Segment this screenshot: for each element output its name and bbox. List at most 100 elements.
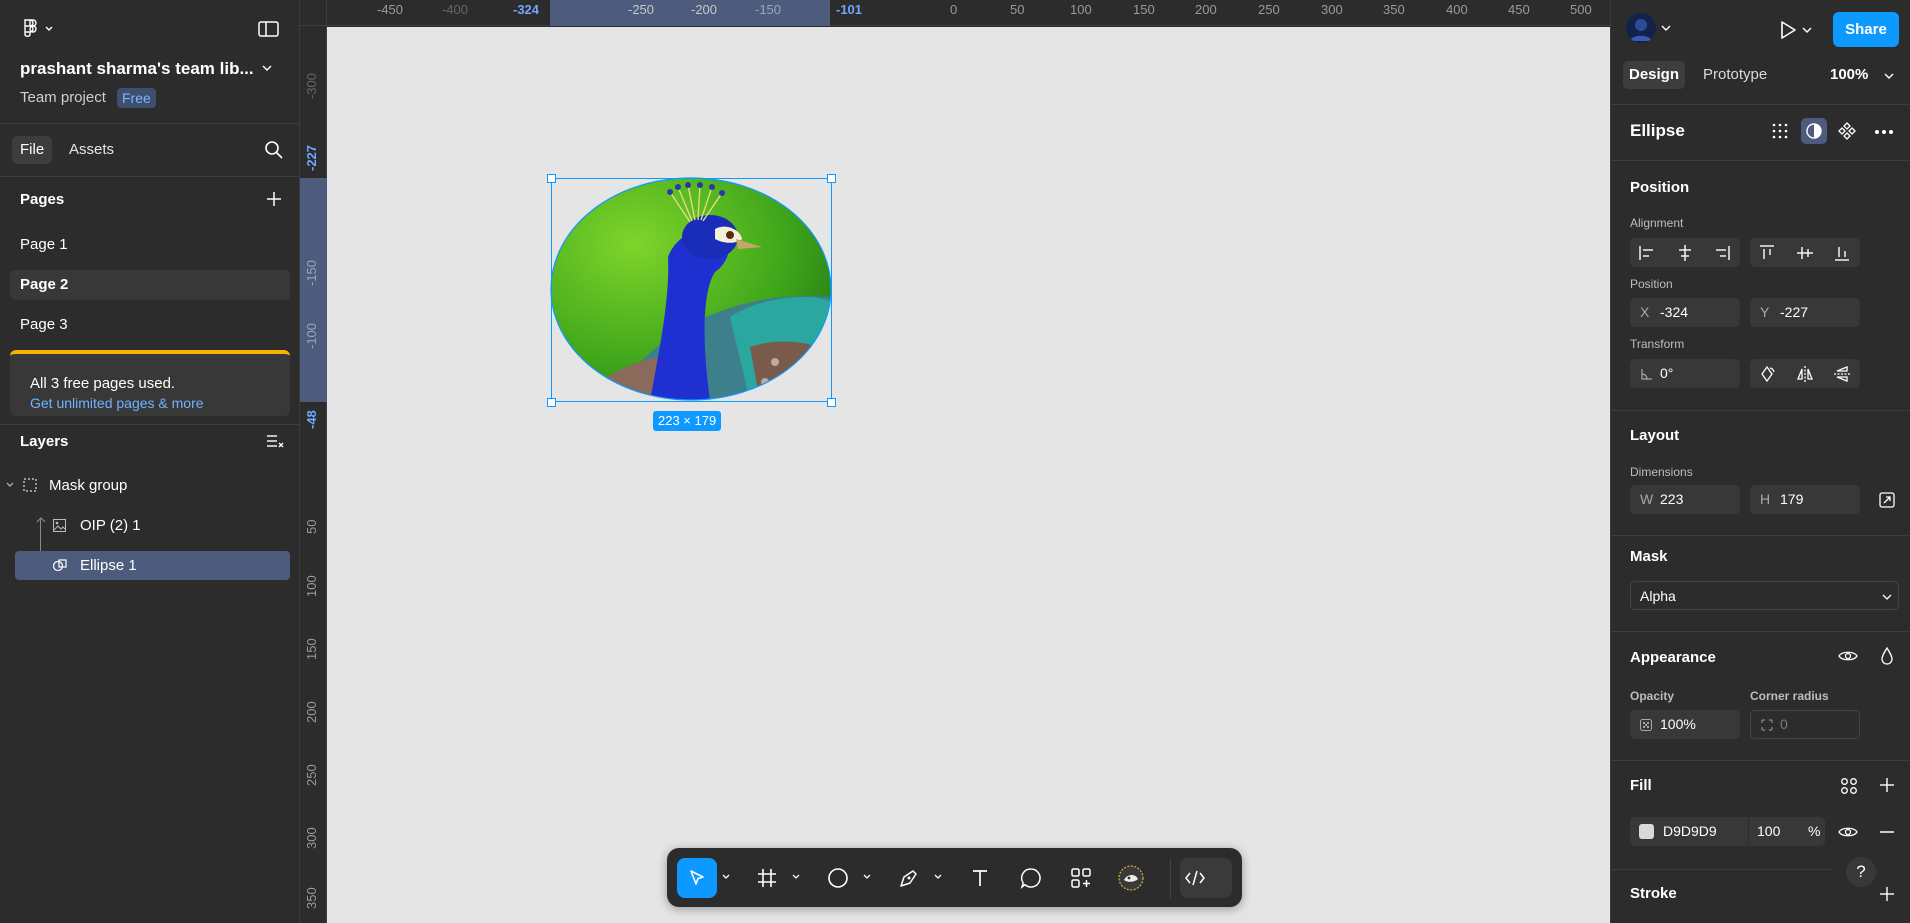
sidebar-toggle-icon[interactable]: [258, 20, 280, 38]
tab-file[interactable]: File: [12, 136, 53, 164]
chevron-down-icon[interactable]: [1802, 26, 1812, 34]
align-left-icon[interactable]: [1638, 244, 1656, 262]
height-field[interactable]: H 179: [1750, 485, 1860, 514]
mask-type-value: Alpha: [1640, 588, 1676, 604]
divider: [1611, 410, 1910, 411]
pen-tool-button[interactable]: [889, 858, 929, 898]
fill-color-field[interactable]: D9D9D9 100 %: [1630, 817, 1825, 846]
ellipse-tool-button[interactable]: [818, 858, 858, 898]
actions-tool-button[interactable]: [1061, 858, 1101, 898]
resize-handle-bottom-left[interactable]: [547, 398, 556, 407]
zoom-level[interactable]: 100%: [1830, 66, 1868, 83]
ruler-tick: 450: [1508, 2, 1530, 17]
chevron-down-icon[interactable]: [862, 872, 872, 882]
fill-swatch[interactable]: [1639, 824, 1654, 839]
team-chevron-down-icon[interactable]: [262, 64, 272, 72]
styles-grid-icon[interactable]: [1840, 777, 1858, 795]
chevron-down-icon[interactable]: [791, 872, 801, 882]
align-bottom-icon[interactable]: [1833, 244, 1851, 262]
project-type: Team project: [20, 89, 106, 106]
resize-handle-top-right[interactable]: [827, 174, 836, 183]
divider: [1611, 104, 1910, 105]
blend-mode-icon[interactable]: [1880, 647, 1894, 665]
mask-toggle-button[interactable]: [1801, 118, 1827, 144]
x-prefix: X: [1640, 304, 1650, 320]
layer-label: OIP (2) 1: [80, 517, 141, 534]
grid-icon[interactable]: [1771, 122, 1789, 140]
comment-tool-button[interactable]: [1011, 858, 1051, 898]
page-item-1[interactable]: Page 1: [10, 230, 290, 260]
ruler-tick: -450: [377, 2, 404, 17]
tab-assets[interactable]: Assets: [61, 136, 122, 164]
selection-frame[interactable]: [551, 178, 832, 402]
eye-icon[interactable]: [1838, 825, 1858, 839]
team-name[interactable]: prashant sharma's team lib...: [20, 59, 254, 79]
divider: [1611, 535, 1910, 536]
layer-list-options-icon[interactable]: [266, 433, 284, 449]
rotate-icon[interactable]: [1758, 365, 1776, 383]
flip-horizontal-icon[interactable]: [1796, 365, 1814, 383]
divider: [1611, 631, 1910, 632]
fill-percent-sign: %: [1808, 823, 1821, 839]
frame-tool-button[interactable]: [747, 858, 787, 898]
dev-mode-toggle[interactable]: [1180, 858, 1232, 898]
add-fill-icon[interactable]: [1879, 777, 1895, 793]
chevron-down-icon[interactable]: [721, 872, 731, 882]
alignment-label: Alignment: [1630, 216, 1684, 230]
user-avatar[interactable]: [1626, 13, 1656, 43]
canvas[interactable]: 223 × 179: [327, 27, 1610, 923]
plugin-avatar-icon[interactable]: [1111, 858, 1151, 898]
ruler-tick: -101: [836, 2, 863, 17]
tab-prototype[interactable]: Prototype: [1697, 61, 1773, 89]
layer-row-ellipse[interactable]: Ellipse 1: [15, 551, 290, 580]
eye-icon[interactable]: [1838, 649, 1858, 663]
align-middle-vertical-icon[interactable]: [1796, 244, 1814, 262]
tab-design[interactable]: Design: [1623, 61, 1686, 89]
align-top-icon[interactable]: [1758, 244, 1776, 262]
more-options-icon[interactable]: [1874, 129, 1894, 135]
align-right-icon[interactable]: [1713, 244, 1731, 262]
x-position-field[interactable]: X -324: [1630, 298, 1740, 327]
corner-radius-field[interactable]: 0: [1750, 710, 1860, 739]
opacity-field[interactable]: 100%: [1630, 710, 1740, 739]
y-position-field[interactable]: Y -227: [1750, 298, 1860, 327]
stroke-heading: Stroke: [1630, 885, 1677, 902]
page-item-2[interactable]: Page 2: [10, 270, 290, 300]
ruler-tick: -300: [304, 72, 319, 99]
help-button[interactable]: ?: [1846, 857, 1876, 887]
resize-handle-top-left[interactable]: [547, 174, 556, 183]
upsell-link[interactable]: Get unlimited pages & more: [30, 395, 204, 411]
present-play-icon[interactable]: [1779, 20, 1797, 40]
resize-constraints-icon[interactable]: [1879, 492, 1895, 508]
chevron-down-icon[interactable]: [1661, 24, 1671, 32]
ruler-tick: 200: [304, 701, 319, 723]
align-center-horizontal-icon[interactable]: [1676, 244, 1694, 262]
page-item-3[interactable]: Page 3: [10, 310, 290, 340]
remove-fill-icon[interactable]: [1879, 831, 1895, 833]
opacity-label: Opacity: [1630, 689, 1675, 703]
chevron-down-icon[interactable]: [1884, 72, 1894, 80]
layer-row-mask-group[interactable]: Mask group: [0, 471, 300, 500]
component-icon[interactable]: [1838, 122, 1856, 140]
resize-handle-bottom-right[interactable]: [827, 398, 836, 407]
chevron-down-icon[interactable]: [6, 481, 14, 489]
width-field[interactable]: W 223: [1630, 485, 1740, 514]
h-prefix: H: [1760, 491, 1771, 507]
share-button[interactable]: Share: [1833, 12, 1899, 47]
move-tool-button[interactable]: [677, 858, 717, 898]
rotation-field[interactable]: 0°: [1630, 359, 1740, 388]
text-tool-button[interactable]: [960, 858, 1000, 898]
figma-logo-icon[interactable]: [20, 18, 56, 40]
add-page-icon[interactable]: [265, 190, 283, 208]
search-icon[interactable]: [264, 140, 284, 160]
divider: [0, 123, 300, 124]
flip-vertical-icon[interactable]: [1833, 365, 1851, 383]
opacity-value: 100%: [1660, 716, 1696, 732]
layer-row-oip[interactable]: OIP (2) 1: [0, 511, 300, 540]
chevron-down-icon[interactable]: [933, 872, 943, 882]
layer-name[interactable]: Ellipse: [1630, 121, 1685, 141]
add-stroke-icon[interactable]: [1879, 886, 1895, 902]
opacity-icon: [1640, 719, 1652, 731]
bottom-toolbar: [667, 848, 1242, 907]
mask-type-select[interactable]: Alpha: [1630, 581, 1899, 610]
